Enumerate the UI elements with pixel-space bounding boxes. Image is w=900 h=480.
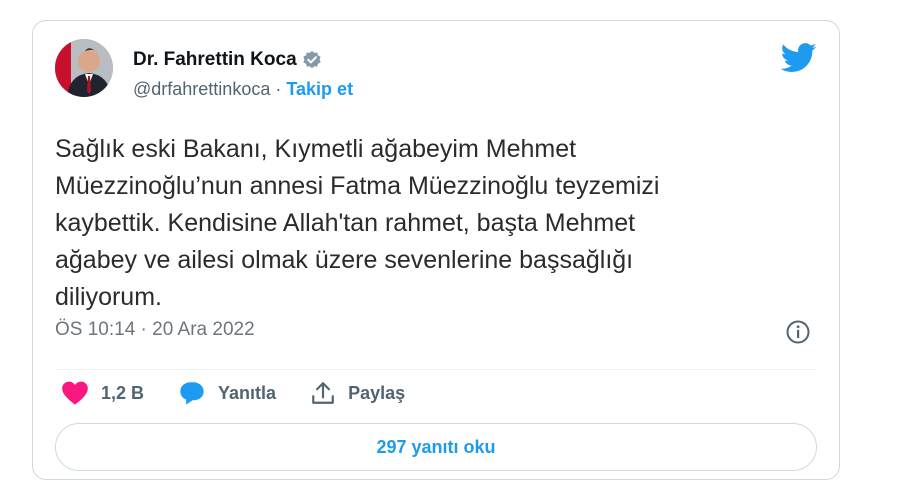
divider xyxy=(55,369,817,370)
tweet-text: Sağlık eski Bakanı, Kıymetli ağabeyim Me… xyxy=(55,135,660,311)
reply-label: Yanıtla xyxy=(218,382,277,403)
share-button[interactable]: Paylaş xyxy=(310,380,405,406)
follow-button[interactable]: Takip et xyxy=(286,79,353,99)
avatar[interactable] xyxy=(55,39,113,97)
reply-icon xyxy=(178,380,206,406)
author-name-row: Dr. Fahrettin Koca xyxy=(133,49,322,71)
twitter-bird-icon[interactable] xyxy=(780,43,817,73)
reply-button[interactable]: Yanıtla xyxy=(178,380,276,406)
handle-row: @drfahrettinkoca · Takip et xyxy=(133,79,353,100)
share-label: Paylaş xyxy=(348,382,406,403)
verified-badge-icon xyxy=(302,50,322,70)
separator-dot: · xyxy=(275,79,282,99)
heart-icon xyxy=(61,380,89,406)
read-replies-button[interactable]: 297 yanıtı oku xyxy=(55,423,817,471)
author-handle[interactable]: @drfahrettinkoca xyxy=(133,79,270,99)
share-icon xyxy=(310,380,336,406)
read-replies-label: 297 yanıtı oku xyxy=(376,436,496,457)
author-name[interactable]: Dr. Fahrettin Koca xyxy=(133,49,297,71)
tweet-timestamp[interactable]: ÖS 10:14 · 20 Ara 2022 xyxy=(55,319,255,341)
tweet-card: Dr. Fahrettin Koca @drfahrettinkoca · Ta… xyxy=(32,20,840,480)
info-icon[interactable] xyxy=(785,319,811,345)
like-button[interactable]: 1,2 B xyxy=(61,380,144,406)
action-bar: 1,2 B Yanıtla Paylaş xyxy=(61,380,439,406)
like-count: 1,2 B xyxy=(101,382,145,403)
